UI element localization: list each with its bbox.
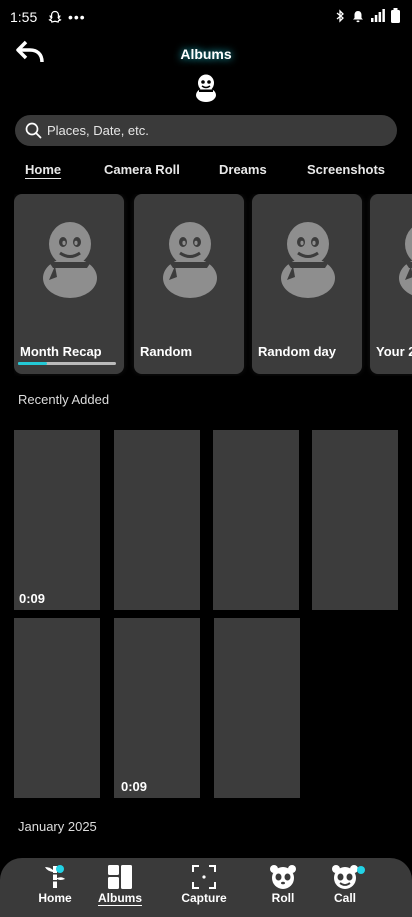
notification-dot bbox=[56, 865, 64, 873]
nav-label: Call bbox=[333, 891, 356, 905]
capture-frame-icon bbox=[192, 865, 216, 889]
search-icon bbox=[25, 122, 42, 139]
snapchat-ghost-icon bbox=[48, 10, 62, 23]
media-thumbnail[interactable]: 0:09 bbox=[14, 430, 100, 610]
album-card-month-recap[interactable]: Month Recap bbox=[14, 194, 124, 374]
nav-label: Roll bbox=[271, 891, 295, 905]
nav-albums[interactable]: Albums bbox=[90, 864, 150, 905]
status-bar: 1:55 ••• bbox=[0, 0, 412, 34]
tab-screenshots[interactable]: Screenshots bbox=[307, 162, 385, 177]
album-card-random[interactable]: Random bbox=[134, 194, 244, 374]
search-bar[interactable]: Places, Date, etc. bbox=[15, 115, 397, 146]
panda-icon bbox=[270, 865, 296, 889]
album-card-label: Random day bbox=[258, 344, 337, 359]
media-thumbnail[interactable] bbox=[214, 618, 300, 798]
albums-grid-icon bbox=[108, 865, 132, 889]
section-title-month: January 2025 bbox=[18, 819, 97, 834]
video-duration: 0:09 bbox=[19, 591, 46, 606]
media-thumbnail[interactable] bbox=[213, 430, 299, 610]
media-thumbnail[interactable] bbox=[312, 430, 398, 610]
album-card-label: Your 2 bbox=[376, 344, 412, 359]
mascot-logo-icon bbox=[196, 74, 216, 102]
notification-dot bbox=[357, 866, 365, 874]
nav-call[interactable]: Call bbox=[315, 864, 375, 905]
nav-label: Home bbox=[38, 891, 72, 905]
bamboo-icon bbox=[45, 866, 65, 888]
bottom-navigation: Home Albums Capture Roll Call bbox=[0, 858, 412, 917]
album-card-label: Random bbox=[140, 344, 192, 359]
tab-dreams[interactable]: Dreams bbox=[219, 162, 267, 177]
penguin-placeholder-icon bbox=[161, 220, 219, 300]
nav-label: Capture bbox=[181, 891, 227, 905]
tab-camera-roll[interactable]: Camera Roll bbox=[104, 162, 180, 177]
nav-home[interactable]: Home bbox=[25, 864, 85, 905]
album-cards: Month Recap Random Random day Your 2 bbox=[14, 194, 412, 376]
panda-call-icon bbox=[332, 865, 358, 889]
search-placeholder: Places, Date, etc. bbox=[47, 123, 149, 138]
nav-label: Albums bbox=[97, 891, 142, 905]
media-thumbnail[interactable]: 0:09 bbox=[114, 618, 200, 798]
media-thumbnail[interactable] bbox=[14, 618, 100, 798]
penguin-placeholder-icon bbox=[41, 220, 99, 300]
album-card-your[interactable]: Your 2 bbox=[370, 194, 412, 374]
video-duration: 0:09 bbox=[121, 779, 148, 794]
nav-roll[interactable]: Roll bbox=[253, 864, 313, 905]
progress-bar bbox=[18, 362, 116, 365]
section-title-recently-added: Recently Added bbox=[18, 392, 110, 407]
alarm-bell-icon bbox=[353, 10, 363, 22]
progress-bar-fill bbox=[18, 362, 48, 365]
penguin-placeholder-icon bbox=[397, 220, 412, 300]
bluetooth-icon bbox=[336, 8, 344, 23]
more-status-dots: ••• bbox=[68, 9, 86, 25]
signal-icon bbox=[371, 9, 385, 22]
album-card-label: Month Recap bbox=[20, 344, 102, 359]
media-thumbnail[interactable] bbox=[114, 430, 200, 610]
battery-icon bbox=[391, 8, 400, 23]
tab-home[interactable]: Home bbox=[25, 162, 61, 177]
page-title: Albums bbox=[180, 46, 232, 62]
penguin-placeholder-icon bbox=[279, 220, 337, 300]
album-tabs: Home Camera Roll Dreams Screenshots bbox=[0, 162, 412, 182]
album-card-random-day[interactable]: Random day bbox=[252, 194, 362, 374]
status-time: 1:55 bbox=[10, 9, 38, 25]
nav-capture[interactable]: Capture bbox=[174, 864, 234, 905]
